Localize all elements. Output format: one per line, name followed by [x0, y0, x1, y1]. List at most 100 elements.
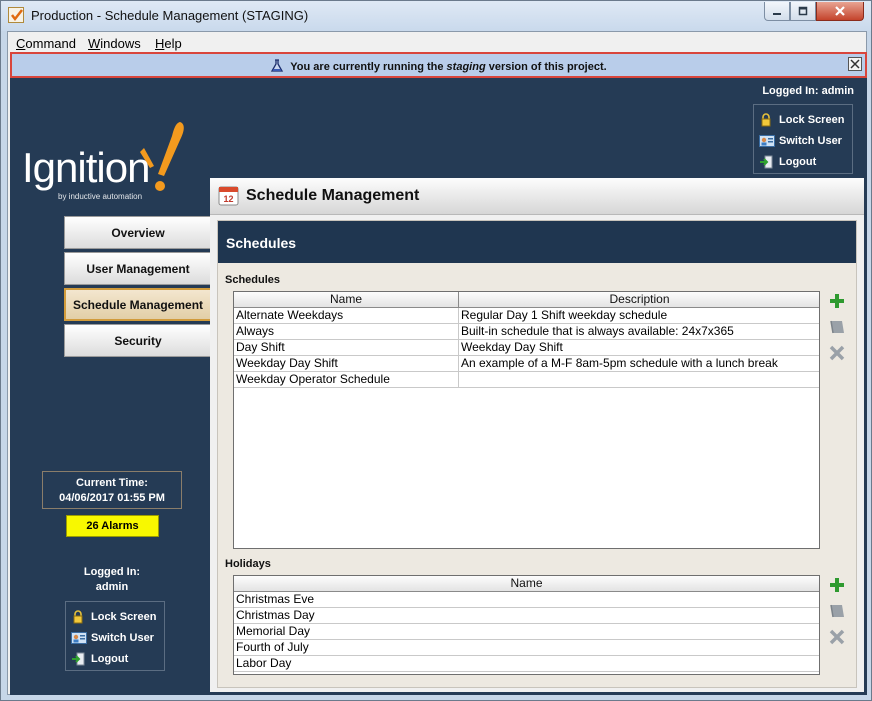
lock-icon	[71, 610, 85, 624]
delete-schedule-button[interactable]	[828, 344, 846, 362]
current-time-value: 04/06/2017 01:55 PM	[59, 492, 165, 504]
add-schedule-button[interactable]	[828, 292, 846, 310]
delete-icon	[829, 629, 845, 645]
nav-schedule-management[interactable]: Schedule Management	[64, 288, 212, 321]
alarms-badge[interactable]: 26 Alarms	[66, 515, 159, 537]
app-icon	[8, 7, 24, 23]
schedule-description-cell	[459, 372, 819, 388]
top-switch-user[interactable]: Switch User	[759, 133, 842, 149]
calendar-icon: 12	[218, 186, 239, 206]
table-row[interactable]: Christmas Eve	[234, 592, 819, 608]
menu-windows[interactable]: Windows	[88, 36, 141, 51]
table-row[interactable]: Day Shift Weekday Day Shift	[234, 340, 819, 356]
current-time-label: Current Time:	[76, 477, 148, 489]
table-row[interactable]: Weekday Day Shift An example of a M-F 8am…	[234, 356, 819, 372]
lock-icon	[759, 113, 773, 127]
bottom-switch-user[interactable]: Switch User	[71, 630, 154, 646]
table-row[interactable]: Alternate Weekdays Regular Day 1 Shift we…	[234, 308, 819, 324]
banner-text-emph: staging	[446, 61, 486, 73]
plus-icon	[830, 294, 844, 308]
schedule-name-cell: Alternate Weekdays	[234, 308, 459, 324]
column-header-holiday-name[interactable]: Name	[234, 576, 819, 592]
title-bar[interactable]: Production - Schedule Management (STAGIN…	[1, 1, 871, 31]
nav-overview[interactable]: Overview	[64, 216, 212, 249]
table-row[interactable]: Weekday Operator Schedule	[234, 372, 819, 388]
top-logout[interactable]: Logout	[759, 154, 816, 170]
bottom-logout-label: Logout	[91, 653, 129, 665]
schedule-description-cell: Regular Day 1 Shift weekday schedule	[459, 308, 819, 324]
edit-holiday-button[interactable]	[828, 602, 846, 620]
table-row[interactable]: Memorial Day	[234, 624, 819, 640]
window-title: Production - Schedule Management (STAGIN…	[31, 8, 309, 23]
menu-bar: Command Windows Help	[8, 32, 866, 53]
banner-text-after: version of this project.	[485, 61, 607, 73]
logout-icon	[759, 155, 773, 169]
schedule-name-cell: Weekday Operator Schedule	[234, 372, 459, 388]
edit-schedule-button[interactable]	[828, 318, 846, 336]
top-lock-screen[interactable]: Lock Screen	[759, 112, 844, 128]
nav-user-management-label: User Management	[86, 261, 190, 276]
menu-windows-label: Windows	[88, 36, 141, 51]
holiday-name-cell: Christmas Eve	[236, 592, 315, 606]
main-header: 12 Schedule Management	[210, 178, 864, 215]
schedule-description-cell: Built-in schedule that is always availab…	[459, 324, 819, 340]
schedule-name-cell: Always	[234, 324, 459, 340]
switch-user-icon	[759, 134, 775, 148]
holidays-label: Holidays	[225, 558, 271, 570]
bottom-switch-label: Switch User	[91, 632, 154, 644]
ignition-logo: Ignition by inductive automation	[22, 118, 212, 208]
menu-command[interactable]: Command	[16, 36, 76, 51]
maximize-icon	[798, 6, 808, 16]
logout-icon	[71, 652, 85, 666]
switch-user-icon	[71, 631, 87, 645]
holiday-name-cell: Labor Day	[236, 656, 292, 670]
delete-icon	[829, 345, 845, 361]
bottom-logout[interactable]: Logout	[71, 651, 128, 667]
bottom-lock-label: Lock Screen	[91, 611, 157, 623]
flask-icon	[271, 59, 284, 72]
menu-help[interactable]: Help	[155, 36, 182, 51]
plus-icon	[830, 578, 844, 592]
top-lock-label: Lock Screen	[779, 114, 845, 126]
table-row[interactable]: Fourth of July	[234, 640, 819, 656]
maximize-button[interactable]	[790, 2, 816, 21]
banner-close-button[interactable]	[848, 57, 862, 71]
edit-icon	[830, 604, 844, 618]
logo-wordmark: Ignition	[22, 144, 150, 191]
holidays-table[interactable]: Name Christmas Eve Christmas Day Memorial …	[233, 575, 820, 675]
bottom-lock-screen[interactable]: Lock Screen	[71, 609, 156, 625]
column-header-description[interactable]: Description	[459, 292, 819, 308]
column-header-name[interactable]: Name	[234, 292, 459, 308]
close-icon	[850, 59, 860, 69]
holiday-name-cell: Memorial Day	[236, 624, 311, 638]
current-time-box: Current Time: 04/06/2017 01:55 PM	[42, 471, 182, 509]
table-row[interactable]: Christmas Day	[234, 608, 819, 624]
nav-overview-label: Overview	[111, 225, 165, 240]
nav-security[interactable]: Security	[64, 324, 212, 357]
close-window-button[interactable]	[816, 2, 864, 21]
schedule-description-cell: Weekday Day Shift	[459, 340, 819, 356]
content-panel: Schedules Schedules Name Description Alt…	[217, 220, 857, 688]
bottom-logged-user: admin	[95, 581, 129, 593]
schedule-description-cell: An example of a M-F 8am-5pm schedule wit…	[459, 356, 819, 372]
schedules-table[interactable]: Name Description Alternate Weekdays Regul…	[233, 291, 820, 549]
page-title: Schedule Management	[246, 187, 420, 204]
nav-security-label: Security	[114, 333, 162, 348]
svg-text:12: 12	[223, 194, 233, 204]
add-holiday-button[interactable]	[828, 576, 846, 594]
delete-holiday-button[interactable]	[828, 628, 846, 646]
nav-user-management[interactable]: User Management	[64, 252, 212, 285]
table-row[interactable]: Labor Day	[234, 656, 819, 672]
section-header: Schedules	[218, 221, 856, 263]
staging-banner: You are currently running the staging ve…	[10, 52, 867, 78]
section-title: Schedules	[226, 235, 297, 251]
alarms-label: 26 Alarms	[86, 520, 139, 532]
client-area: Ignition by inductive automation Logged …	[10, 78, 867, 695]
main-panel: 12 Schedule Management Schedules Schedul…	[210, 178, 864, 692]
bottom-logged-label: Logged In:	[83, 566, 141, 578]
schedule-name-cell: Weekday Day Shift	[234, 356, 459, 372]
top-logout-label: Logout	[779, 156, 817, 168]
table-row[interactable]: Always Built-in schedule that is always a…	[234, 324, 819, 340]
minimize-button[interactable]	[764, 2, 790, 21]
top-user-actions: Lock Screen Switch User Logout	[753, 104, 853, 174]
